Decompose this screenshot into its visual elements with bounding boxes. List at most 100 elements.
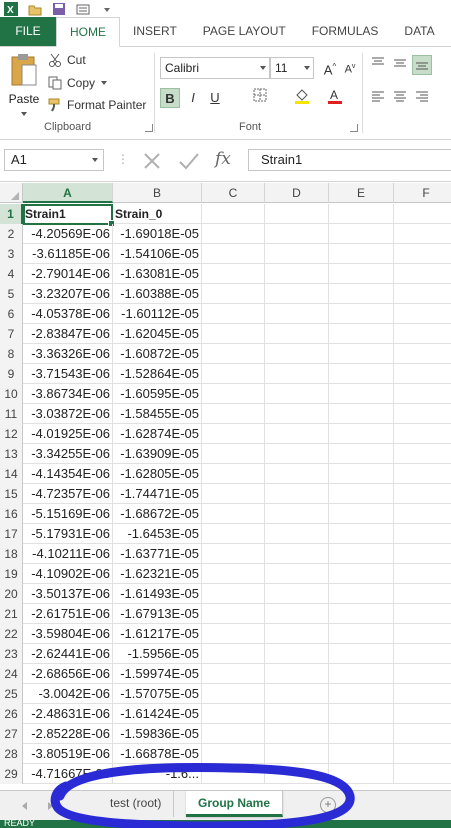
row-header[interactable]: 29 bbox=[0, 764, 23, 784]
cell-b[interactable]: -1.74471E-05 bbox=[113, 484, 202, 504]
align-top-button[interactable] bbox=[368, 55, 388, 75]
cell[interactable] bbox=[329, 284, 394, 304]
cell[interactable] bbox=[329, 644, 394, 664]
cell[interactable] bbox=[202, 724, 265, 744]
sheet-tab-group-name[interactable]: Group Name bbox=[186, 791, 284, 817]
borders-button[interactable] bbox=[250, 88, 270, 108]
cell[interactable] bbox=[329, 464, 394, 484]
cell[interactable] bbox=[202, 584, 265, 604]
sheet-tab-test-root[interactable]: test (root) bbox=[98, 791, 175, 817]
cell[interactable] bbox=[202, 664, 265, 684]
row-header[interactable]: 22 bbox=[0, 624, 23, 644]
cell[interactable] bbox=[202, 444, 265, 464]
cell-a[interactable]: -2.83847E-06 bbox=[23, 324, 113, 344]
align-bottom-button[interactable] bbox=[412, 55, 432, 75]
row-header[interactable]: 26 bbox=[0, 704, 23, 724]
font-name-combo[interactable]: Calibri bbox=[160, 57, 270, 79]
cell[interactable] bbox=[394, 524, 451, 544]
cell-b[interactable]: -1.5956E-05 bbox=[113, 644, 202, 664]
cell-b[interactable]: -1.61424E-05 bbox=[113, 704, 202, 724]
cell[interactable] bbox=[394, 644, 451, 664]
cell[interactable] bbox=[329, 604, 394, 624]
shrink-font-button[interactable]: Av bbox=[340, 57, 360, 77]
row-header[interactable]: 17 bbox=[0, 524, 23, 544]
cell[interactable] bbox=[265, 684, 329, 704]
cell-a[interactable]: -2.48631E-06 bbox=[23, 704, 113, 724]
cell[interactable] bbox=[394, 404, 451, 424]
cell-a[interactable]: -2.62441E-06 bbox=[23, 644, 113, 664]
align-center-button[interactable] bbox=[390, 88, 410, 108]
cell[interactable] bbox=[329, 584, 394, 604]
cell[interactable] bbox=[202, 404, 265, 424]
cell[interactable] bbox=[394, 504, 451, 524]
row-header[interactable]: 27 bbox=[0, 724, 23, 744]
align-left-button[interactable] bbox=[368, 88, 388, 108]
cell[interactable] bbox=[202, 304, 265, 324]
cell[interactable] bbox=[265, 404, 329, 424]
cell[interactable] bbox=[329, 384, 394, 404]
cell-a[interactable]: -3.80519E-06 bbox=[23, 744, 113, 764]
row-header[interactable]: 4 bbox=[0, 264, 23, 284]
column-header-d[interactable]: D bbox=[265, 183, 329, 203]
cell[interactable] bbox=[265, 244, 329, 264]
cell[interactable] bbox=[394, 224, 451, 244]
row-header[interactable]: 28 bbox=[0, 744, 23, 764]
cell-a1[interactable]: Strain1 bbox=[23, 204, 113, 224]
cell[interactable] bbox=[394, 704, 451, 724]
cell[interactable] bbox=[394, 304, 451, 324]
cell[interactable] bbox=[202, 684, 265, 704]
cell[interactable] bbox=[394, 424, 451, 444]
select-all-button[interactable] bbox=[0, 183, 23, 203]
cell[interactable] bbox=[329, 264, 394, 284]
cell-a[interactable]: -4.01925E-06 bbox=[23, 424, 113, 444]
cell[interactable] bbox=[202, 544, 265, 564]
cell[interactable] bbox=[329, 504, 394, 524]
cell-b[interactable]: -1.60112E-05 bbox=[113, 304, 202, 324]
cell[interactable] bbox=[329, 524, 394, 544]
add-sheet-button[interactable]: + bbox=[320, 797, 336, 813]
cell[interactable] bbox=[265, 304, 329, 324]
grow-font-button[interactable]: A^ bbox=[320, 57, 340, 77]
cell[interactable] bbox=[202, 204, 265, 224]
cell[interactable] bbox=[329, 204, 394, 224]
more-commands-icon[interactable] bbox=[100, 2, 114, 16]
cell-a[interactable]: -3.36326E-06 bbox=[23, 344, 113, 364]
cell-b[interactable]: -1.60595E-05 bbox=[113, 384, 202, 404]
cell[interactable] bbox=[394, 384, 451, 404]
cell-b[interactable]: -1.62805E-05 bbox=[113, 464, 202, 484]
tab-formulas[interactable]: FORMULAS bbox=[299, 17, 392, 46]
row-header[interactable]: 9 bbox=[0, 364, 23, 384]
enter-check-icon[interactable] bbox=[178, 151, 200, 171]
cell-b[interactable]: -1.63909E-05 bbox=[113, 444, 202, 464]
row-header[interactable]: 3 bbox=[0, 244, 23, 264]
row-header[interactable]: 1 bbox=[0, 204, 23, 224]
cell[interactable] bbox=[394, 744, 451, 764]
bold-button[interactable]: B bbox=[160, 88, 180, 108]
cell[interactable] bbox=[394, 264, 451, 284]
cell[interactable] bbox=[329, 424, 394, 444]
cell-b[interactable]: -1.58455E-05 bbox=[113, 404, 202, 424]
row-header[interactable]: 12 bbox=[0, 424, 23, 444]
cell-a[interactable]: -2.79014E-06 bbox=[23, 264, 113, 284]
cell-b[interactable]: -1.6... bbox=[113, 764, 202, 784]
cell[interactable] bbox=[265, 324, 329, 344]
cell[interactable] bbox=[202, 224, 265, 244]
cell[interactable] bbox=[265, 204, 329, 224]
cell[interactable] bbox=[265, 524, 329, 544]
cell[interactable] bbox=[202, 604, 265, 624]
cell[interactable] bbox=[265, 764, 329, 784]
cell-a[interactable]: -3.59804E-06 bbox=[23, 624, 113, 644]
cell[interactable] bbox=[394, 324, 451, 344]
cell-b[interactable]: -1.6453E-05 bbox=[113, 524, 202, 544]
row-header[interactable]: 13 bbox=[0, 444, 23, 464]
cell[interactable] bbox=[265, 564, 329, 584]
clipboard-dialog-launcher[interactable] bbox=[145, 124, 153, 132]
cell[interactable] bbox=[394, 544, 451, 564]
cell[interactable] bbox=[265, 424, 329, 444]
row-header[interactable]: 8 bbox=[0, 344, 23, 364]
cell-a[interactable]: -3.34255E-06 bbox=[23, 444, 113, 464]
cell-b[interactable]: -1.63771E-05 bbox=[113, 544, 202, 564]
cut-button[interactable]: Cut bbox=[48, 53, 86, 67]
open-folder-icon[interactable] bbox=[28, 2, 42, 16]
fill-color-button[interactable] bbox=[292, 88, 312, 108]
